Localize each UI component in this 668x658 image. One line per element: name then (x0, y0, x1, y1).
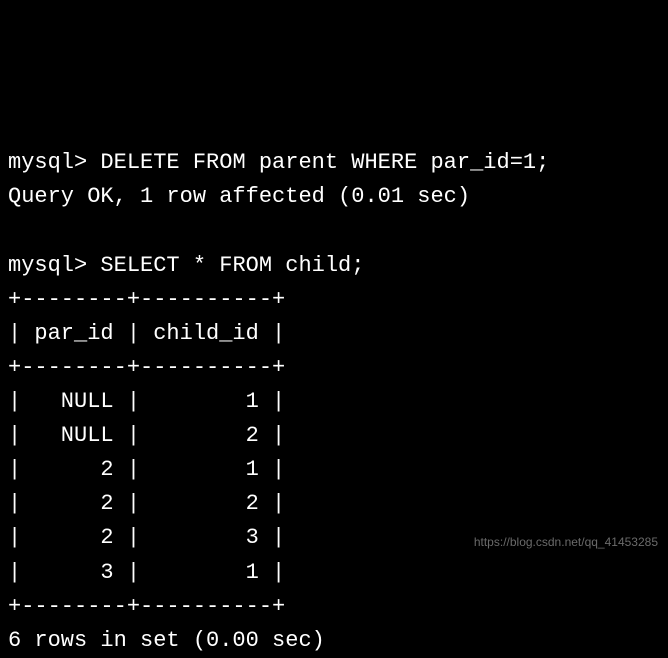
mysql-prompt: mysql> (8, 150, 100, 175)
mysql-prompt: mysql> (8, 253, 100, 278)
table-row: | 2 | 2 | (8, 491, 285, 516)
table-separator: +--------+----------+ (8, 355, 285, 380)
query-result-select: 6 rows in set (0.00 sec) (8, 628, 325, 653)
sql-command-select: SELECT * FROM child; (100, 253, 364, 278)
table-row: | NULL | 1 | (8, 389, 285, 414)
table-row: | 3 | 1 | (8, 560, 285, 585)
table-row: | 2 | 3 | (8, 525, 285, 550)
table-separator: +--------+----------+ (8, 287, 285, 312)
table-separator: +--------+----------+ (8, 594, 285, 619)
table-header: | par_id | child_id | (8, 321, 285, 346)
table-row: | NULL | 2 | (8, 423, 285, 448)
table-row: | 2 | 1 | (8, 457, 285, 482)
query-result-delete: Query OK, 1 row affected (0.01 sec) (8, 184, 470, 209)
watermark: https://blog.csdn.net/qq_41453285 (474, 533, 658, 552)
sql-command-delete: DELETE FROM parent WHERE par_id=1; (100, 150, 549, 175)
